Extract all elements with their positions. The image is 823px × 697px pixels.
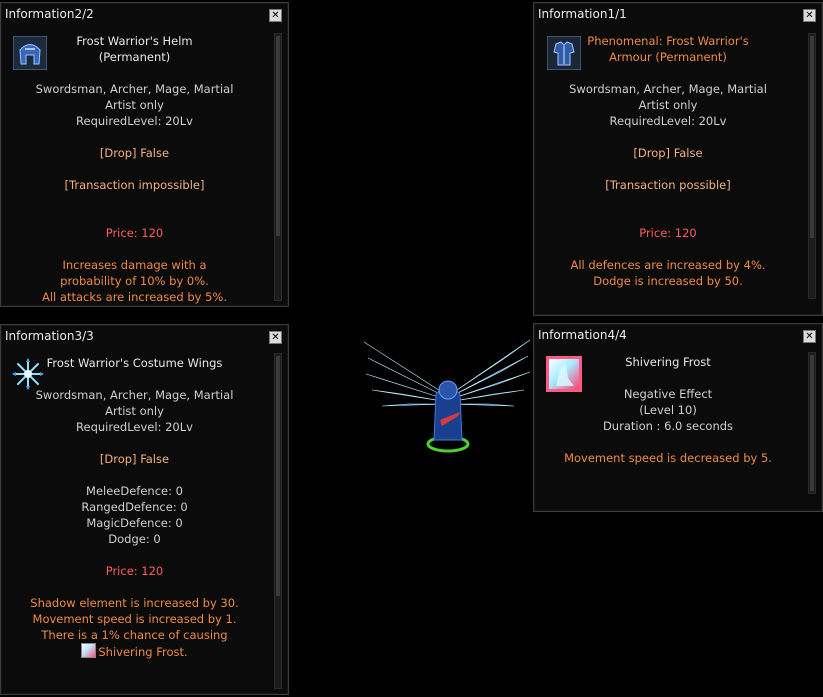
close-button[interactable]: ✕ — [269, 331, 282, 344]
effect-line: Shivering Frost. — [1, 643, 268, 659]
class-restriction: Swordsman, Archer, Mage, Martial — [35, 388, 234, 402]
close-button[interactable]: ✕ — [803, 9, 816, 22]
class-restriction: Swordsman, Archer, Mage, Martial — [569, 82, 767, 96]
ranged-defence: RangedDefence: 0 — [81, 500, 188, 514]
price: Price: 120 — [105, 564, 164, 578]
scrollbar[interactable] — [274, 353, 282, 689]
effect-name: Shivering Frost — [625, 355, 711, 369]
item-name: Phenomenal: Frost Warrior's — [587, 34, 749, 48]
effect-line: All defences are increased by 4%. — [570, 258, 766, 272]
item-name: Frost Warrior's Costume Wings — [46, 356, 223, 370]
effect-line: There is a 1% chance of causing — [41, 628, 228, 642]
tooltip-panel-armour: Information1/1 ✕ Phenomenal: Frost Warri… — [533, 2, 823, 316]
drop-status: [Drop] False — [633, 146, 703, 160]
character-preview — [362, 336, 534, 460]
scrollbar-thumb[interactable] — [810, 36, 814, 238]
close-button[interactable]: ✕ — [269, 9, 282, 22]
scrollbar[interactable] — [274, 33, 282, 301]
drop-status: [Drop] False — [99, 146, 170, 160]
effect-line: Dodge is increased by 50. — [593, 274, 743, 288]
scrollbar[interactable] — [808, 352, 816, 494]
close-button[interactable]: ✕ — [803, 330, 816, 343]
tooltip-panel-helm: Information2/2 ✕ Frost Warrior's Helm (P… — [0, 2, 289, 307]
scrollbar-thumb[interactable] — [276, 356, 280, 596]
required-level: RequiredLevel: 20Lv — [76, 420, 193, 434]
magic-defence: MagicDefence: 0 — [86, 516, 183, 530]
transaction-status: [Transaction impossible] — [64, 178, 205, 192]
scrollbar-thumb[interactable] — [810, 355, 814, 491]
panel-title: Information1/1 — [538, 7, 627, 21]
frost-debuff-icon — [81, 643, 97, 658]
melee-defence: MeleeDefence: 0 — [86, 484, 183, 498]
effect-line: All attacks are increased by 5%. — [42, 290, 227, 304]
effect-level: (Level 10) — [639, 403, 697, 417]
price: Price: 120 — [639, 226, 697, 240]
drop-status: [Drop] False — [99, 452, 170, 466]
dodge-stat: Dodge: 0 — [108, 532, 161, 546]
effect-line: Movement speed is increased by 1. — [32, 612, 237, 626]
required-level: RequiredLevel: 20Lv — [76, 114, 193, 128]
panel-title: Information4/4 — [538, 328, 627, 342]
effect-link-text: Shivering Frost. — [98, 645, 188, 659]
item-name: Frost Warrior's Helm — [76, 34, 193, 48]
class-restriction-suffix: Artist only — [105, 404, 164, 418]
effect-type: Negative Effect — [623, 387, 713, 401]
item-name-suffix: Armour (Permanent) — [609, 50, 727, 64]
tooltip-panel-frost: Information4/4 ✕ Shivering Frost Negativ… — [533, 323, 823, 512]
panel-title: Information3/3 — [5, 329, 94, 343]
required-level: RequiredLevel: 20Lv — [609, 114, 727, 128]
item-name-suffix: (Permanent) — [98, 50, 171, 64]
effect-line: Movement speed is decreased by 5. — [564, 451, 772, 465]
price: Price: 120 — [105, 226, 164, 240]
effect-duration: Duration : 6.0 seconds — [602, 419, 734, 433]
effect-line: Increases damage with a — [62, 258, 207, 272]
panel-title: Information2/2 — [5, 7, 94, 21]
transaction-status: [Transaction possible] — [605, 178, 731, 192]
class-restriction-suffix: Artist only — [638, 98, 698, 112]
class-restriction-suffix: Artist only — [105, 98, 164, 112]
tooltip-panel-wings: Information3/3 ✕ Frost Warrior's Costume… — [0, 324, 289, 695]
class-restriction: Swordsman, Archer, Mage, Martial — [35, 82, 234, 96]
scrollbar-thumb[interactable] — [276, 36, 280, 236]
effect-line: Shadow element is increased by 30. — [30, 596, 239, 610]
scrollbar[interactable] — [808, 33, 816, 299]
effect-line: probability of 10% by 0%. — [60, 274, 209, 288]
